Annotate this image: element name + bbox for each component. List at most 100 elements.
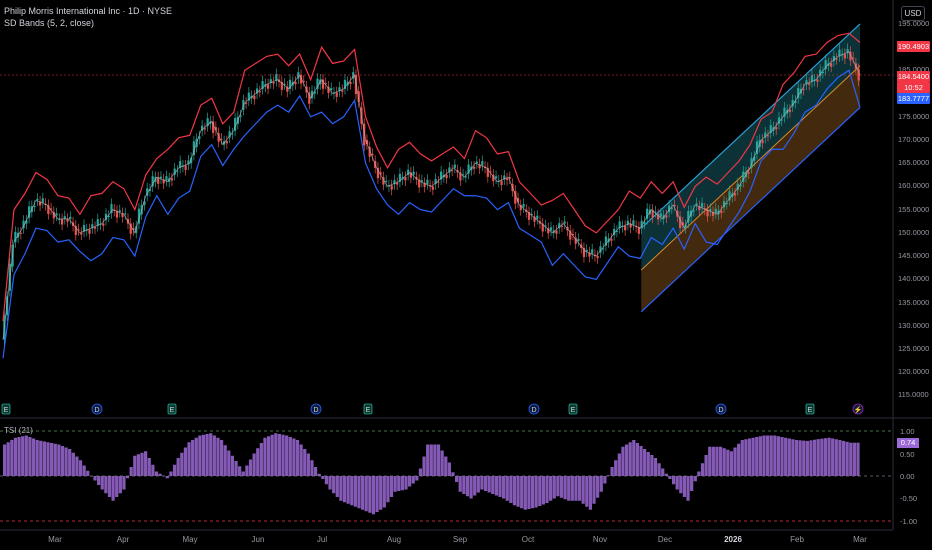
tsi-bar	[292, 438, 296, 476]
tsi-bar	[592, 476, 596, 504]
candle-body	[445, 174, 448, 179]
candle-body	[775, 127, 778, 130]
candle-body	[330, 88, 333, 91]
tsi-bar	[498, 476, 502, 497]
candle-body	[481, 161, 484, 166]
tsi-bar	[68, 449, 72, 476]
tsi-bar	[136, 454, 141, 476]
tsi-bar	[509, 476, 513, 503]
tsi-bar	[404, 476, 408, 490]
tsi-bar	[747, 438, 752, 476]
tsi-bar	[295, 440, 300, 476]
tsi-bar	[762, 435, 766, 476]
candle-body	[808, 83, 811, 85]
tsi-bar	[252, 453, 256, 476]
tsi-bar	[256, 448, 260, 476]
tsi-bar	[104, 476, 108, 494]
sd-bands	[2, 32, 861, 359]
candle-body	[624, 225, 627, 231]
candle-body	[341, 90, 344, 92]
tsi-bar	[306, 453, 310, 476]
tsi-bar	[809, 440, 813, 476]
tsi-bar	[151, 464, 155, 476]
event-marker: D	[310, 403, 322, 415]
tsi-bar	[516, 476, 520, 507]
tsi-bar	[169, 471, 173, 476]
indicator-legend[interactable]: SD Bands (5, 2, close)	[4, 18, 94, 28]
tsi-bar	[140, 452, 144, 476]
tsi-bar	[281, 434, 285, 476]
y-tick-label: 165.0000	[898, 158, 930, 168]
event-marker-label: E	[571, 407, 576, 414]
candle-body	[266, 84, 270, 89]
tsi-bar	[621, 446, 625, 476]
candle-body	[404, 177, 407, 181]
candle-body	[659, 213, 662, 217]
tsi-bar	[473, 476, 477, 496]
tsi-bar	[577, 476, 582, 501]
tsi-tick-neg0.5: -0.50	[900, 494, 918, 503]
tsi-bar	[520, 476, 524, 509]
tsi-bar	[502, 476, 506, 499]
tsi-bar	[223, 445, 227, 476]
tsi-bar	[812, 439, 817, 476]
candle-body	[93, 227, 97, 229]
tsi-tick-0: 0.00	[900, 472, 915, 481]
tsi-bar	[823, 438, 828, 476]
candle-body	[294, 81, 297, 85]
candle-body	[60, 218, 64, 225]
candle-body	[66, 218, 69, 222]
x-tick-label: Sep	[452, 535, 468, 544]
tsi-bar	[527, 476, 531, 509]
candle-body	[522, 204, 525, 208]
tsi-bar	[324, 476, 329, 485]
tsi-legend[interactable]: TSI (21)	[4, 426, 33, 435]
tsi-bar	[827, 437, 831, 476]
event-markers: E D E D E D E D E ⚡	[1, 403, 864, 415]
tsi-bar	[733, 447, 737, 476]
tsi-bar	[191, 440, 195, 476]
tsi-bar	[574, 476, 578, 501]
tsi-bar	[17, 437, 21, 476]
tsi-bar	[176, 458, 180, 476]
tsi-bar	[567, 476, 571, 501]
candle-body	[258, 91, 261, 93]
price-chart[interactable]: E D E D E D E D E ⚡	[0, 0, 932, 550]
candle-body	[431, 186, 434, 190]
candle-body	[170, 178, 174, 181]
candle-body	[124, 213, 127, 215]
tsi-bar	[628, 442, 632, 476]
tsi-bar	[559, 476, 564, 498]
tsi-bar	[740, 440, 744, 476]
candle-body	[632, 220, 635, 225]
candle-body	[453, 164, 456, 168]
tsi-bar	[379, 476, 383, 510]
tsi-bar	[805, 440, 809, 476]
tsi-bar	[13, 437, 18, 476]
tsi-bar	[675, 476, 679, 490]
candle-body	[244, 102, 248, 104]
candle-body	[720, 210, 723, 213]
tsi-bar	[722, 448, 726, 476]
lower-band-price-tag: 183.7777	[897, 93, 930, 104]
tsi-bar	[24, 435, 28, 476]
tsi-bar	[487, 476, 491, 493]
tsi-bar	[773, 435, 777, 476]
candlesticks	[3, 43, 860, 346]
tsi-bar	[35, 440, 39, 476]
chart-title: Philip Morris International Inc · 1D · N…	[4, 6, 173, 16]
tsi-bar	[230, 455, 235, 476]
tsi-bar	[274, 433, 278, 476]
event-marker: E	[167, 403, 177, 415]
tsi-bar	[346, 476, 350, 504]
tsi-bar	[704, 455, 708, 476]
candle-body	[610, 238, 613, 241]
candle-body	[203, 128, 206, 130]
x-tick-label: Nov	[592, 535, 608, 544]
candle-body	[577, 238, 580, 241]
event-marker-label: D	[94, 407, 99, 414]
tsi-bar	[357, 476, 361, 509]
tsi-bar	[780, 437, 784, 476]
x-tick-label: Feb	[790, 535, 804, 544]
tsi-bar	[288, 437, 292, 476]
